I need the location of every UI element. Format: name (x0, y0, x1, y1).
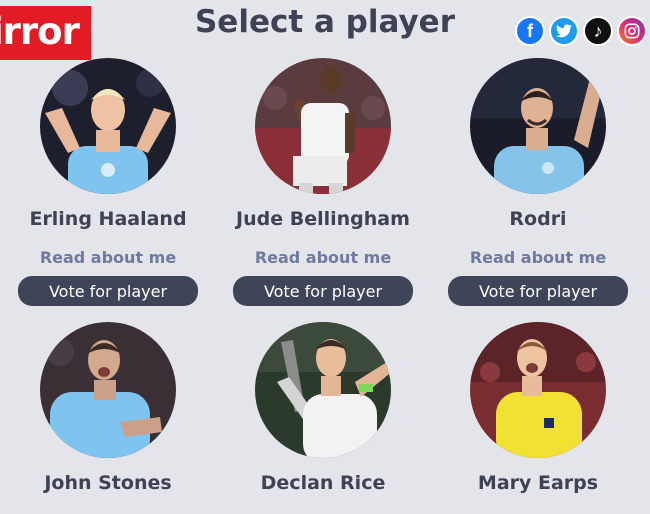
twitter-icon[interactable] (549, 16, 579, 46)
instagram-icon[interactable] (617, 16, 647, 46)
player-photo-earps[interactable] (470, 322, 606, 458)
facebook-icon[interactable]: f (515, 16, 545, 46)
read-about-me-link[interactable]: Read about me (223, 248, 423, 267)
player-name: Mary Earps (477, 472, 599, 494)
player-photo-rice[interactable] (255, 322, 391, 458)
social-share-bar: f ♪ (515, 16, 647, 46)
player-photo-stones[interactable] (40, 322, 176, 458)
player-name: Declan Rice (260, 472, 386, 494)
vote-button[interactable]: Vote for player (18, 276, 198, 306)
player-card-rodri: Rodri Read about me Vote for player (438, 58, 638, 306)
read-about-me-link[interactable]: Read about me (8, 248, 208, 267)
player-name: Erling Haaland (29, 208, 187, 230)
player-photo-haaland[interactable] (40, 58, 176, 194)
player-card-haaland: Erling Haaland Read about me Vote for pl… (8, 58, 208, 306)
player-name: Rodri (509, 208, 567, 230)
tiktok-icon[interactable]: ♪ (583, 16, 613, 46)
player-photo-bellingham[interactable] (255, 58, 391, 194)
player-name: Jude Bellingham (236, 208, 410, 230)
vote-button[interactable]: Vote for player (448, 276, 628, 306)
read-about-me-link[interactable]: Read about me (438, 248, 638, 267)
player-card-stones: John Stones (8, 322, 208, 494)
player-name: John Stones (44, 472, 172, 494)
player-selection-page: irror Select a player f ♪ (0, 0, 650, 514)
player-card-bellingham: Jude Bellingham Read about me Vote for p… (223, 58, 423, 306)
player-card-earps: Mary Earps (438, 322, 638, 494)
vote-button[interactable]: Vote for player (233, 276, 413, 306)
player-card-rice: Declan Rice (223, 322, 423, 494)
player-photo-rodri[interactable] (470, 58, 606, 194)
